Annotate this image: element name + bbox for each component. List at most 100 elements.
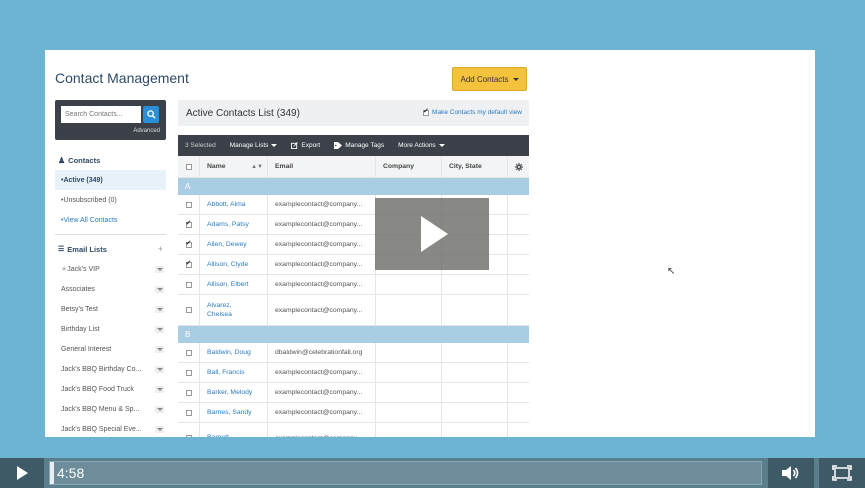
contact-name-link[interactable]: Adams, Patsy: [207, 220, 249, 229]
table-row[interactable]: Baldwin, Doug dbaldwin@celebrationfall.or…: [178, 343, 529, 363]
chevron-down-icon: [156, 307, 163, 311]
list-title: Active Contacts List (349): [186, 107, 300, 119]
column-header-company[interactable]: Company: [376, 156, 442, 177]
column-settings-button[interactable]: [508, 156, 529, 177]
contact-name-link[interactable]: Baldwin, Doug: [207, 348, 251, 357]
list-options-button[interactable]: [155, 285, 164, 293]
sidebar-item-contacts[interactable]: • Unsubscribed (0): [55, 190, 166, 210]
chevron-down-icon: [512, 77, 519, 81]
fullscreen-button[interactable]: [819, 458, 865, 488]
email-lists-heading[interactable]: ☰ Email Lists +: [55, 239, 166, 259]
contact-name-link[interactable]: Abbott, Alma: [207, 200, 246, 209]
contact-name-link[interactable]: Allison, Elbert: [207, 280, 249, 289]
row-checkbox[interactable]: [185, 259, 192, 268]
export-button[interactable]: Export: [284, 135, 327, 156]
sidebar-item-email-list[interactable]: Jack's BBQ Food Truck: [55, 379, 166, 399]
search-button[interactable]: [143, 106, 159, 123]
manage-lists-label: Manage Lists: [229, 142, 269, 149]
manage-lists-button[interactable]: Manage Lists: [223, 135, 285, 156]
list-options-button[interactable]: [155, 405, 164, 413]
progress-fill: [50, 462, 54, 484]
row-checkbox[interactable]: [185, 349, 192, 356]
play-icon: [16, 466, 28, 480]
sidebar-item-label: Betsy's Test: [61, 305, 98, 313]
contact-email: examplecontact@company...: [275, 389, 363, 396]
row-checkbox[interactable]: [185, 389, 192, 396]
default-view-toggle[interactable]: Make Contacts my default view: [423, 107, 522, 116]
contact-name-link[interactable]: Barnett,: [207, 433, 251, 437]
add-contacts-button[interactable]: Add Contacts: [452, 67, 527, 91]
chevron-down-icon: [156, 407, 163, 411]
volume-icon: [782, 466, 799, 480]
add-list-icon[interactable]: +: [158, 244, 163, 254]
column-label: Email: [275, 163, 294, 170]
sidebar-item-label: General Interest: [61, 345, 112, 353]
sidebar-item-email-list[interactable]: Jack's BBQ Menu & Sp...: [55, 399, 166, 419]
volume-button[interactable]: [768, 458, 814, 488]
sidebar-item-email-list[interactable]: General Interest: [55, 339, 166, 359]
table-row[interactable]: Ball, Francis examplecontact@company...: [178, 363, 529, 383]
sidebar-item-email-list[interactable]: Betsy's Test: [55, 299, 166, 319]
chevron-down-icon: [271, 144, 278, 147]
contact-name-link[interactable]: Allen, Dewey: [207, 240, 247, 249]
chevron-down-icon: [156, 387, 163, 391]
search-icon: [146, 110, 156, 119]
list-options-button[interactable]: [155, 305, 164, 313]
row-checkbox[interactable]: [185, 219, 192, 228]
row-checkbox[interactable]: [185, 409, 192, 416]
sidebar: ♟ Contacts • Active (349) • Unsubscribed (0…: [55, 150, 166, 437]
column-header-email[interactable]: Email: [268, 156, 376, 177]
manage-tags-label: Manage Tags: [345, 142, 385, 149]
contact-name-link[interactable]: Barnes, Sandy: [207, 408, 252, 417]
table-row[interactable]: Barnes, Sandy examplecontact@company...: [178, 403, 529, 423]
default-view-checkbox[interactable]: [423, 107, 430, 116]
contact-name-link[interactable]: Ball, Francis: [207, 368, 244, 377]
contact-name-link[interactable]: Barker, Melody: [207, 388, 252, 397]
list-options-button[interactable]: [155, 385, 164, 393]
list-options-button[interactable]: [155, 425, 164, 433]
table-row[interactable]: Barnett, examplecontact@company...: [178, 423, 529, 437]
contacts-heading[interactable]: ♟ Contacts: [55, 150, 166, 170]
row-checkbox[interactable]: [185, 281, 192, 288]
search-input[interactable]: [61, 106, 141, 123]
sidebar-item-email-list[interactable]: Jack's BBQ Special Eve...: [55, 419, 166, 437]
row-checkbox[interactable]: [185, 201, 192, 208]
table-header-row: Name ▲▼ Email Company City, State: [178, 156, 529, 178]
sidebar-item-contacts[interactable]: • Active (349): [55, 170, 166, 190]
default-view-label: Make Contacts my default view: [432, 109, 522, 116]
sidebar-item-label: Jack's VIP: [67, 265, 100, 273]
sidebar-item-email-list[interactable]: ★ Jack's VIP: [55, 259, 166, 279]
sidebar-item-email-list[interactable]: Associates: [55, 279, 166, 299]
list-options-button[interactable]: [155, 365, 164, 373]
contact-name-link[interactable]: Alvarez, Chelsea: [207, 301, 251, 319]
contact-name-link[interactable]: Allison, Clyde: [207, 260, 248, 269]
sidebar-item-email-list[interactable]: Jack's BBQ Birthday Co...: [55, 359, 166, 379]
contact-email: dbaldwin@celebrationfall.org: [275, 349, 363, 356]
tag-icon: [334, 142, 343, 149]
list-options-button[interactable]: [155, 345, 164, 353]
search-panel: Advanced: [55, 100, 166, 140]
contact-email: examplecontact@company...: [275, 306, 363, 314]
advanced-search-link[interactable]: Advanced: [133, 128, 160, 134]
sidebar-item-email-list[interactable]: Birthday List: [55, 319, 166, 339]
manage-tags-button[interactable]: Manage Tags: [327, 135, 391, 156]
play-button[interactable]: [0, 458, 44, 488]
row-checkbox[interactable]: [185, 307, 192, 313]
select-all-checkbox[interactable]: [185, 163, 192, 170]
contact-email: examplecontact@company...: [275, 261, 363, 268]
video-play-button[interactable]: [375, 198, 489, 270]
list-options-button[interactable]: [155, 265, 164, 273]
table-row[interactable]: Allison, Elbert examplecontact@company...: [178, 275, 529, 295]
row-checkbox[interactable]: [185, 239, 192, 248]
sidebar-item-contacts[interactable]: • View All Contacts: [55, 210, 166, 230]
sidebar-item-label: Unsubscribed (0): [63, 196, 117, 204]
row-checkbox[interactable]: [185, 369, 192, 376]
progress-bar[interactable]: [49, 461, 762, 485]
table-row[interactable]: Alvarez, Chelsea examplecontact@company..…: [178, 295, 529, 326]
list-options-button[interactable]: [155, 325, 164, 333]
column-header-city-state[interactable]: City, State: [442, 156, 508, 177]
row-checkbox[interactable]: [185, 435, 192, 437]
table-row[interactable]: Barker, Melody examplecontact@company...: [178, 383, 529, 403]
column-header-name[interactable]: Name ▲▼: [200, 156, 268, 177]
more-actions-button[interactable]: More Actions: [391, 135, 452, 156]
